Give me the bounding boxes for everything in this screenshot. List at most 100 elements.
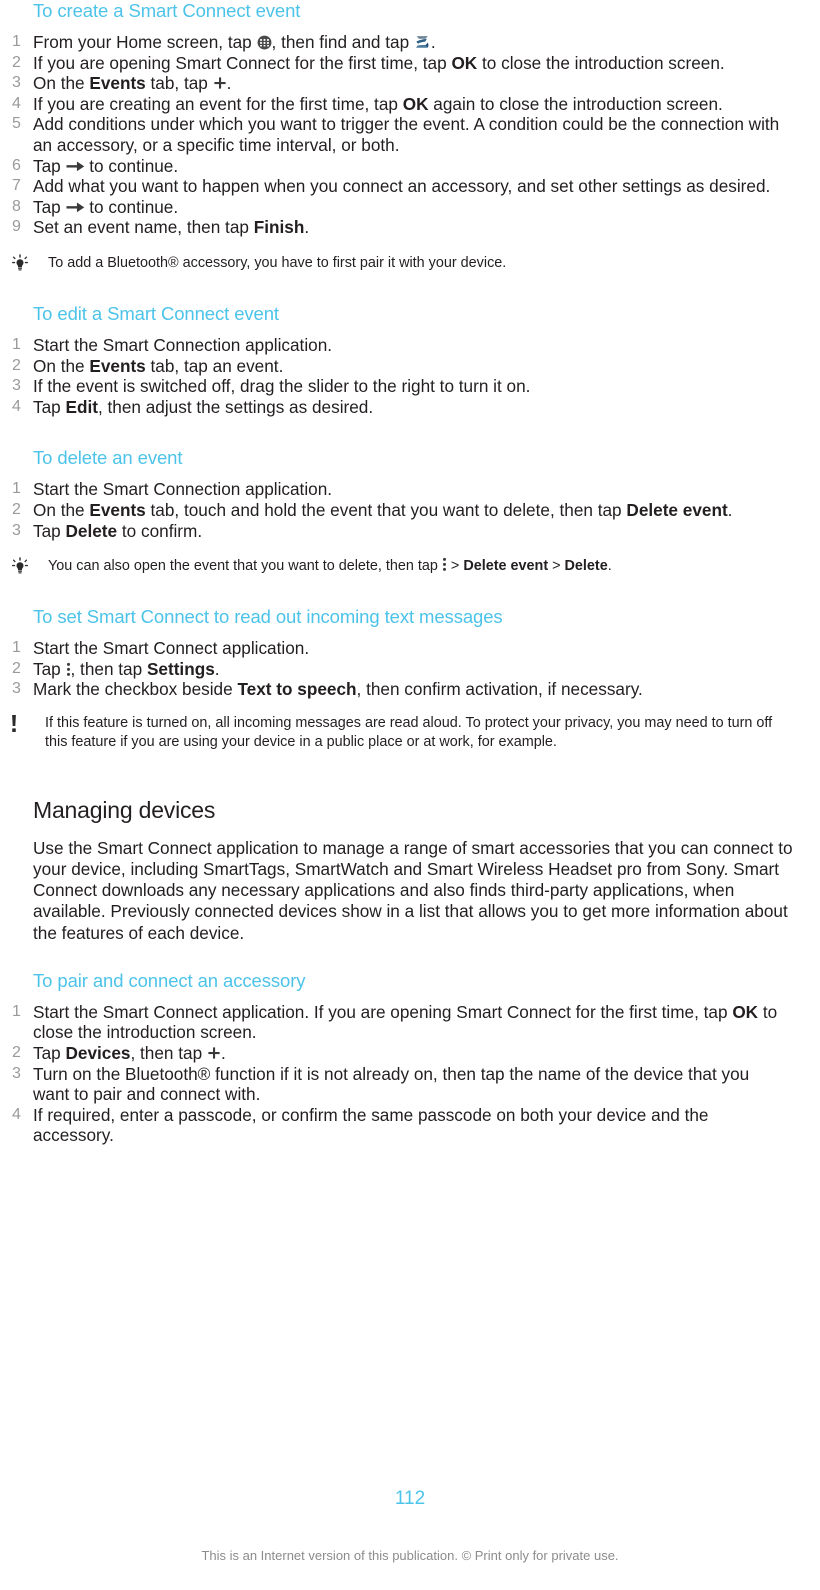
page-number: 112 — [394, 1488, 426, 1509]
text-run: To add a Bluetooth® accessory, you have … — [48, 254, 507, 271]
text-run: > — [548, 558, 565, 575]
warning-note: If this feature is turned on, all incomi… — [0, 714, 820, 752]
note-text: To add a Bluetooth® accessory, you have … — [48, 255, 506, 271]
managing-devices-paragraph: Use the Smart Connect application to man… — [33, 837, 793, 943]
tip-note: You can also open the event that you wan… — [0, 557, 820, 576]
section-heading-delete-event: To delete an event — [33, 447, 183, 469]
text-run: . — [727, 499, 733, 520]
text-run: Mark the checkbox beside — [33, 679, 238, 700]
lightbulb-tip-icon — [9, 254, 33, 273]
note-text: If this feature is turned on, all incomi… — [45, 715, 772, 750]
text-run: Tap — [33, 658, 66, 679]
tip-note: To add a Bluetooth® accessory, you have … — [0, 254, 820, 273]
procedure-step: Mark the checkbox beside Text to speech,… — [0, 679, 820, 700]
arrow-right-icon — [65, 160, 85, 173]
text-run: , then find and tap — [271, 32, 414, 52]
text-run: Start the Smart Connect application. If … — [33, 1001, 733, 1022]
procedure-step: On the Events tab, tap . — [0, 73, 820, 94]
procedure-step: Tap Devices, then tap . — [0, 1043, 820, 1064]
procedure-step: Start the Smart Connection application. — [0, 479, 820, 500]
text-run: to close the introduction screen. — [477, 52, 725, 73]
text-run: Tap — [33, 520, 66, 541]
text-run: From your Home screen, tap — [33, 32, 257, 52]
ui-term: Events — [89, 499, 146, 520]
procedure-step: Tap Delete to confirm. — [0, 521, 820, 542]
ui-term: Edit — [65, 396, 98, 417]
text-run: On the — [33, 73, 90, 94]
section-heading-edit-event: To edit a Smart Connect event — [33, 302, 279, 324]
text-run: If you are creating an event for the fir… — [33, 93, 403, 114]
text-run: tab, touch and hold the event that you w… — [145, 499, 627, 520]
procedure-step-list: Start the Smart Connect application. Tap … — [0, 638, 820, 700]
section-heading-read-out-texts: To set Smart Connect to read out incomin… — [33, 606, 503, 628]
exclamation-note-icon — [9, 714, 33, 733]
ui-term: OK — [402, 93, 429, 114]
procedure-step: Add conditions under which you want to t… — [0, 114, 820, 155]
procedure-step-list: Start the Smart Connection application. O… — [0, 479, 820, 541]
text-run: Start the Smart Connection application. — [33, 334, 333, 355]
smart-connect-app-icon — [414, 34, 431, 50]
text-run: Set an event name, then tap — [33, 217, 254, 238]
user-guide-page: To create a Smart Connect event From your… — [0, 0, 820, 1590]
ui-term: Events — [89, 355, 146, 376]
ui-term: Delete — [65, 520, 118, 541]
procedure-step: If the event is switched off, drag the s… — [0, 376, 820, 397]
ui-term: Devices — [65, 1043, 131, 1064]
section-heading-create-event: To create a Smart Connect event — [33, 0, 301, 21]
ui-term: Events — [89, 73, 146, 94]
ui-term: Text to speech — [237, 679, 357, 700]
arrow-right-icon — [65, 201, 85, 214]
page-content: To create a Smart Connect event From your… — [0, 0, 820, 1146]
text-run: Add what you want to happen when you con… — [33, 176, 771, 197]
text-run: to continue. — [84, 155, 179, 176]
text-run: On the — [33, 499, 90, 520]
text-run: Add conditions under which you want to t… — [33, 114, 780, 155]
text-run: tab, tap — [145, 73, 213, 94]
ui-term: OK — [451, 52, 478, 73]
text-run: . — [214, 658, 220, 679]
section-heading-pair-connect: To pair and connect an accessory — [33, 969, 306, 991]
text-run: again to close the introduction screen. — [428, 93, 723, 114]
procedure-step: If you are opening Smart Connect for the… — [0, 53, 820, 74]
text-run: . — [607, 558, 612, 575]
text-run: Tap — [33, 396, 66, 417]
text-run: tab, tap an event. — [145, 355, 284, 376]
text-run: You can also open the event that you wan… — [48, 558, 442, 575]
procedure-step: If you are creating an event for the fir… — [0, 94, 820, 115]
procedure-step: From your Home screen, tap , then find a… — [0, 32, 820, 53]
text-run: Start the Smart Connection application. — [33, 479, 333, 500]
footer-copyright-note: This is an Internet version of this publ… — [201, 1548, 619, 1563]
ui-term: Delete event — [626, 499, 728, 520]
ui-term: OK — [732, 1001, 759, 1022]
text-run: to confirm. — [117, 520, 203, 541]
ui-term: Finish — [253, 217, 305, 238]
procedure-step: Turn on the Bluetooth® function if it is… — [0, 1064, 820, 1105]
procedure-step: Start the Smart Connect application. If … — [0, 1002, 820, 1043]
text-run: to continue. — [84, 196, 179, 217]
procedure-step-list: From your Home screen, tap , then find a… — [0, 32, 820, 238]
procedure-step: Tap , then tap Settings. — [0, 659, 820, 680]
text-run: Tap — [33, 196, 66, 217]
procedure-step: If required, enter a passcode, or confir… — [0, 1105, 820, 1146]
procedure-step: Add what you want to happen when you con… — [0, 176, 820, 197]
ui-term: Settings — [146, 658, 215, 679]
procedure-step: Set an event name, then tap Finish. — [0, 217, 820, 238]
plus-icon — [207, 1046, 221, 1060]
text-run: Turn on the Bluetooth® function if it is… — [33, 1063, 750, 1105]
text-run: , then adjust the settings as desired. — [97, 396, 374, 417]
app-drawer-icon — [257, 35, 272, 50]
text-run: , then confirm activation, if necessary. — [356, 679, 643, 700]
lightbulb-tip-icon — [9, 557, 33, 576]
text-run: . — [430, 32, 436, 52]
procedure-step: Tap to continue. — [0, 197, 820, 218]
text-run: . — [304, 217, 310, 238]
note-text: You can also open the event that you wan… — [48, 557, 612, 575]
procedure-step: On the Events tab, touch and hold the ev… — [0, 500, 820, 521]
